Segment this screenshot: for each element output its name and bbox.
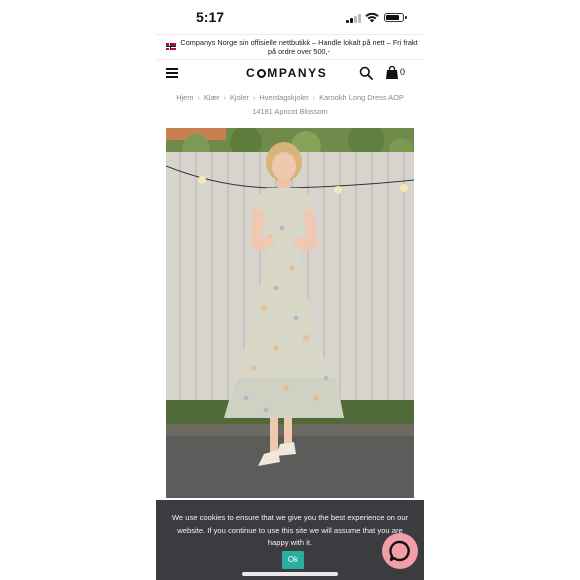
product-image[interactable] [166,128,414,498]
status-bar: 5:17 [156,0,424,34]
cart-count[interactable]: 0 [400,67,405,77]
chevron-right-icon: › [197,93,200,102]
norway-flag-icon [166,43,176,50]
breadcrumb: Hjem › Klær › Kjoler › Hverdagskjoler › Karookh … [166,91,414,119]
breadcrumb-item-kjoler[interactable]: Kjoler [230,93,249,102]
announcement-bar: Companys Norge sin offisielle nettbutikk… [156,34,424,60]
companys-logo[interactable]: C MPANYS [246,66,327,80]
chat-icon [389,540,410,562]
product-photo [166,128,414,498]
logo-o-ring [257,69,267,78]
breadcrumb-item-klaer[interactable]: Klær [204,93,220,102]
battery-icon [384,13,407,22]
cellular-signal-icon [346,14,361,23]
cookie-ok-button[interactable]: Ok [282,551,304,569]
breadcrumb-item-hjem[interactable]: Hjem [176,93,193,102]
chevron-right-icon: › [223,93,226,102]
cookie-banner-text: We use cookies to ensure that we give yo… [171,513,409,547]
chevron-right-icon: › [252,93,256,102]
search-icon[interactable] [359,66,373,80]
cookie-banner: We use cookies to ensure that we give yo… [156,500,424,580]
announcement-text: Companys Norge sin offisielle nettbutikk… [180,38,418,56]
phone-screen: 5:17 Companys Norge sin offisielle nettb… [156,0,424,580]
site-header: C MPANYS 0 [156,60,424,88]
logo-text-start: C [246,66,257,80]
status-time: 5:17 [196,9,225,25]
wifi-icon [365,12,379,23]
menu-icon[interactable] [166,68,178,78]
chevron-right-icon: › [312,93,316,102]
breadcrumb-item-hverdagskjoler[interactable]: Hverdagskjoler [259,93,308,102]
home-indicator [242,572,338,576]
shopping-bag-icon[interactable] [386,66,398,79]
logo-text-end: MPANYS [267,66,328,80]
chat-button[interactable] [382,533,418,569]
